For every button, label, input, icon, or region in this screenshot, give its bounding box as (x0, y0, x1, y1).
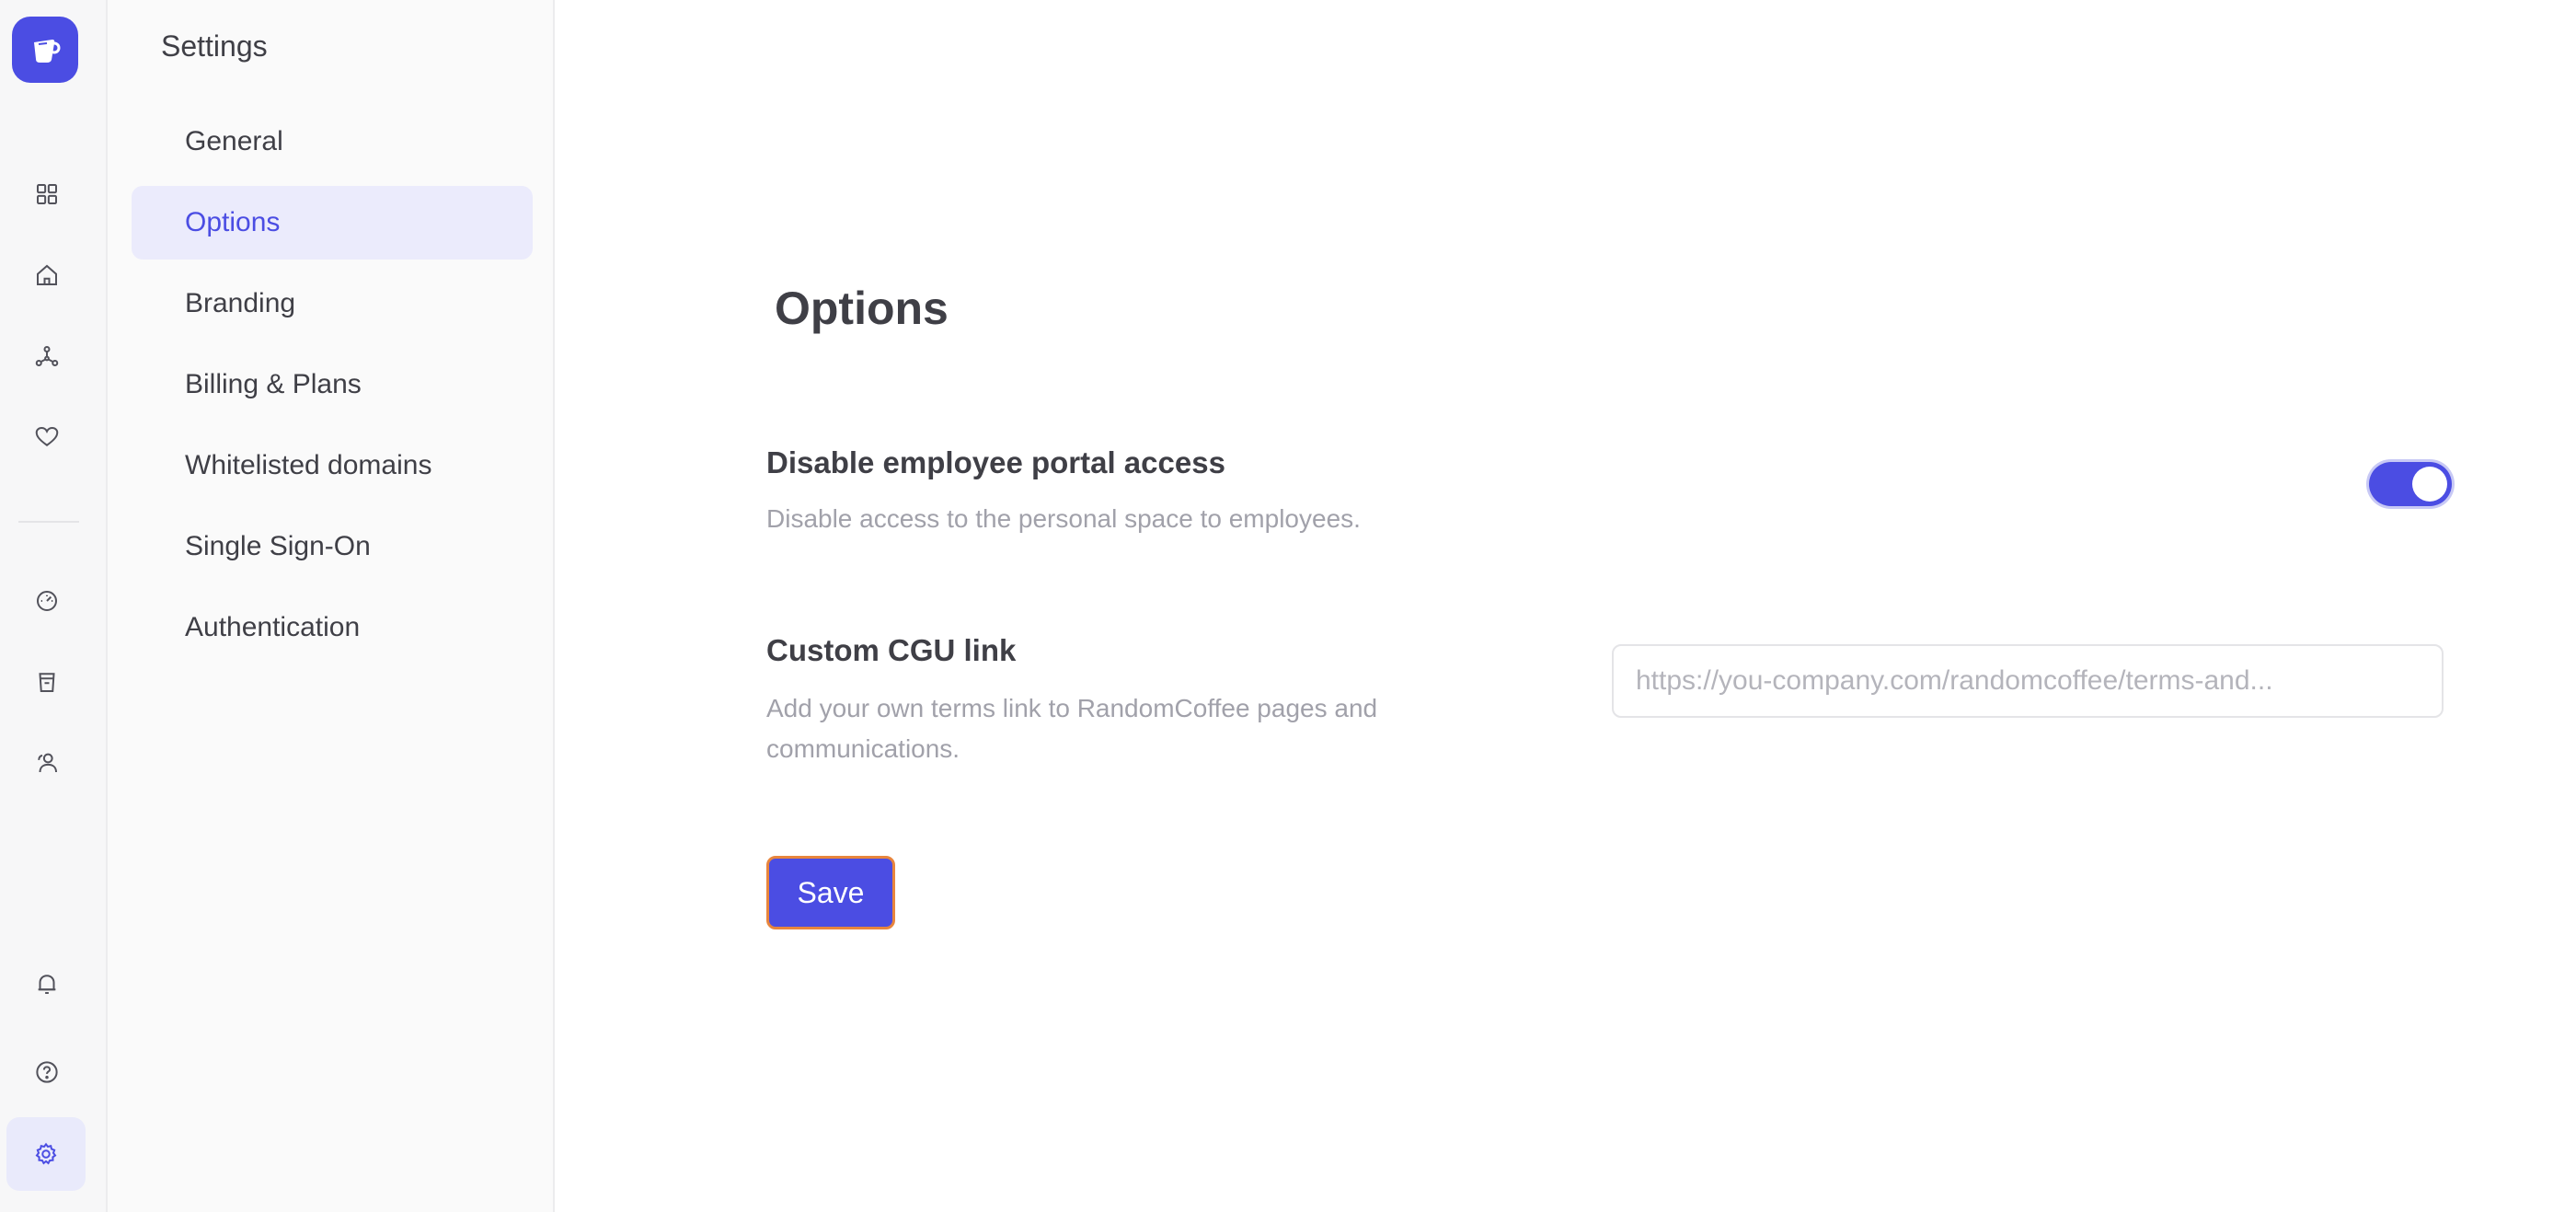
sidebar-item-whitelisted-domains[interactable]: Whitelisted domains (132, 429, 533, 502)
page-title: Options (775, 283, 949, 334)
cup-icon[interactable] (18, 653, 75, 710)
sidebar-item-branding[interactable]: Branding (132, 267, 533, 341)
portal-access-toggle[interactable] (2369, 462, 2452, 506)
sidebar-item-label: General (185, 126, 283, 156)
toggle-knob (2412, 467, 2447, 502)
heart-icon[interactable] (18, 409, 75, 466)
gear-icon[interactable] (6, 1117, 86, 1191)
cgu-link-title: Custom CGU link (766, 633, 1017, 667)
sidebar-item-label: Single Sign-On (185, 531, 371, 561)
sidebar-item-single-sign-on[interactable]: Single Sign-On (132, 510, 533, 583)
portal-access-title: Disable employee portal access (766, 445, 1225, 479)
sidebar-item-label: Branding (185, 288, 296, 318)
cgu-link-input[interactable] (1612, 644, 2444, 718)
save-button[interactable]: Save (766, 856, 895, 929)
cgu-link-description: Add your own terms link to RandomCoffee … (766, 688, 1377, 769)
sidebar-item-label: Billing & Plans (185, 369, 362, 399)
sidebar-item-general[interactable]: General (132, 105, 533, 179)
portal-access-description: Disable access to the personal space to … (766, 504, 1361, 533)
bell-icon[interactable] (18, 955, 75, 1012)
help-icon[interactable] (18, 1044, 75, 1101)
gauge-icon[interactable] (18, 572, 75, 629)
coffee-cup-logo[interactable] (12, 17, 78, 83)
sidebar-title: Settings (161, 29, 268, 63)
sidebar-item-authentication[interactable]: Authentication (132, 591, 533, 664)
settings-sidebar: Settings General Options Branding Billin… (108, 0, 555, 1212)
sidebar-item-label: Options (185, 207, 281, 237)
coffee-cup-icon (34, 40, 61, 63)
sidebar-item-label: Authentication (185, 612, 361, 642)
sidebar-item-options[interactable]: Options (132, 186, 533, 260)
people-icon[interactable] (18, 734, 75, 791)
options-panel: Options Disable employee portal access D… (555, 0, 2576, 1212)
network-icon[interactable] (18, 328, 75, 385)
cgu-description-line-2: communications. (766, 734, 960, 763)
grid-icon[interactable] (18, 166, 75, 223)
rail-divider (18, 521, 79, 523)
sidebar-item-billing[interactable]: Billing & Plans (132, 348, 533, 421)
sidebar-item-label: Whitelisted domains (185, 450, 432, 480)
cgu-description-line-1: Add your own terms link to RandomCoffee … (766, 694, 1378, 722)
home-icon[interactable] (18, 247, 75, 304)
icon-rail (0, 0, 108, 1212)
